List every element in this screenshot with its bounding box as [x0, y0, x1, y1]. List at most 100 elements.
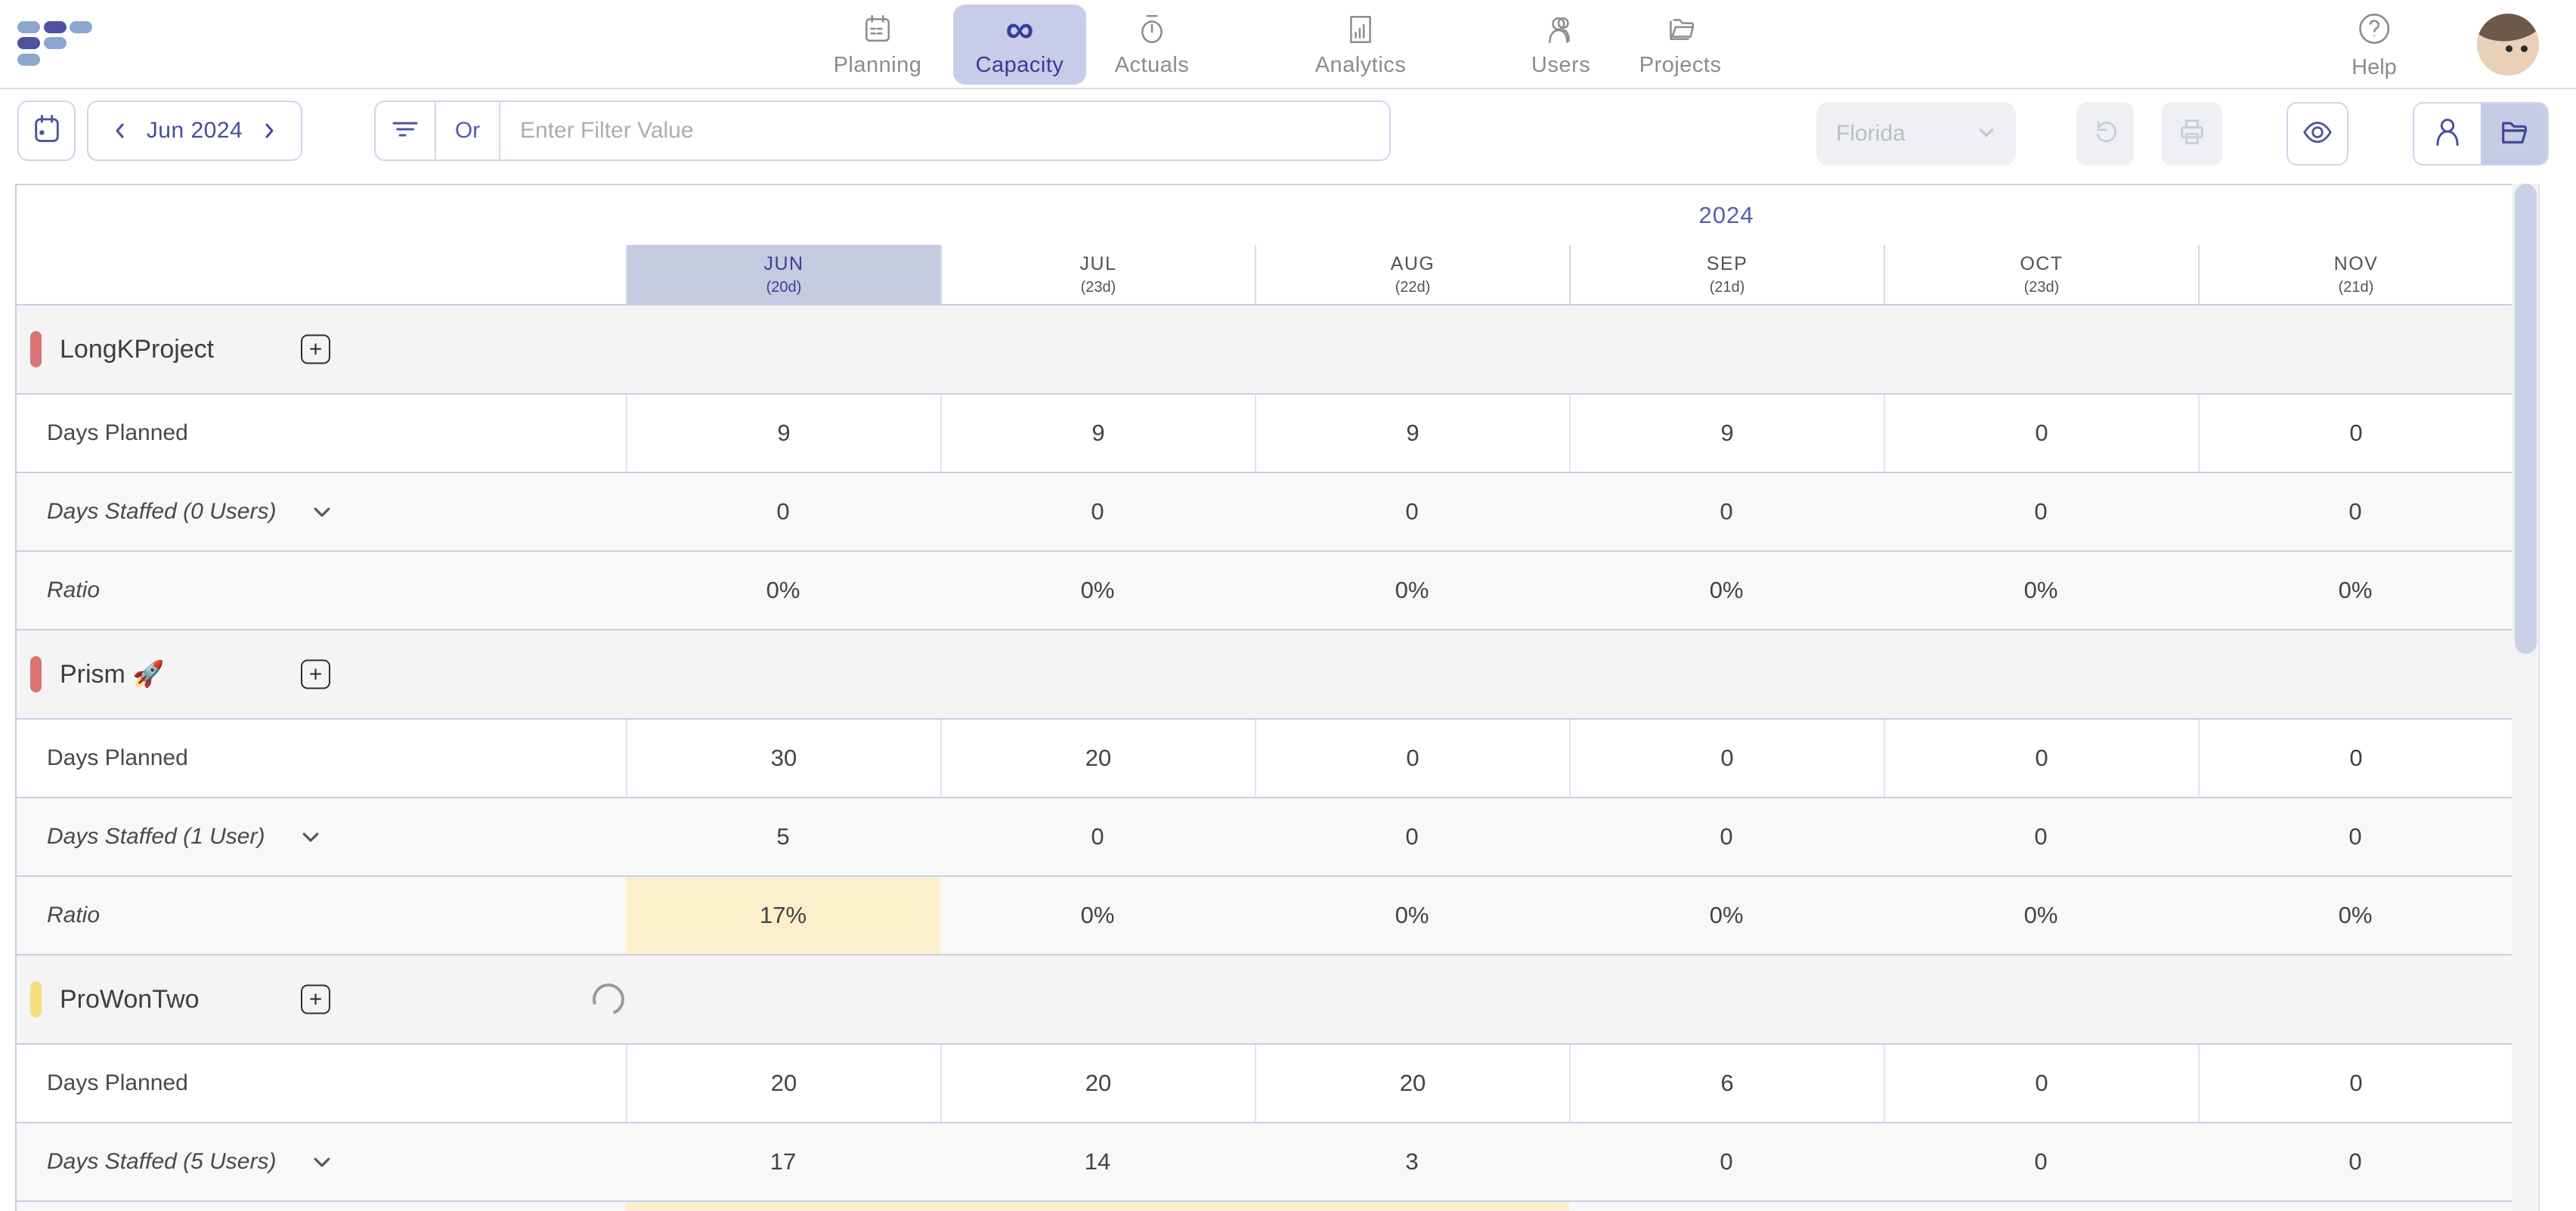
chevron-down-icon	[1977, 122, 1996, 146]
filter-value-input[interactable]	[500, 102, 1389, 160]
month-header-sep[interactable]: SEP (21d)	[1569, 245, 1884, 304]
grid-cell[interactable]: 0	[1255, 473, 1569, 550]
nav-label: Analytics	[1315, 53, 1407, 78]
grid-cell[interactable]: 0	[1569, 473, 1884, 550]
print-button[interactable]	[2161, 102, 2222, 166]
expand-chevron-icon[interactable]	[311, 1151, 333, 1173]
help-label: Help	[2352, 55, 2397, 80]
nav-tab-actuals[interactable]: Actuals	[1085, 5, 1218, 85]
grid-cell[interactable]: 0	[2198, 720, 2513, 797]
grid-cell[interactable]: 0	[1884, 1123, 2198, 1200]
project-color-pill	[30, 656, 42, 692]
calendar-icon	[862, 12, 893, 47]
project-section-header: ProWonTwo +	[17, 954, 2513, 1043]
grid-cell[interactable]: 6	[1569, 1045, 1884, 1122]
project-title: ProWonTwo	[60, 985, 200, 1014]
grid-cell[interactable]: 0	[1884, 1045, 2198, 1122]
grid-cell[interactable]: 0	[2198, 473, 2513, 550]
grid-cell[interactable]: 9	[940, 395, 1255, 472]
undo-button[interactable]	[2076, 102, 2134, 166]
grid-cell[interactable]: 5	[626, 798, 940, 875]
days-planned-row: Days Planned 20 20 20 6 0 0	[17, 1043, 2513, 1122]
grid-cell[interactable]: 0	[1884, 473, 2198, 550]
grid-cell[interactable]: 0	[1255, 720, 1569, 797]
stopwatch-icon	[1136, 12, 1168, 47]
grid-cell: 0%	[626, 552, 940, 629]
grid-cell[interactable]: 20	[626, 1045, 940, 1122]
project-title: LongKProject	[60, 335, 214, 364]
expand-chevron-icon[interactable]	[311, 500, 333, 523]
grid-cell[interactable]: 0	[2198, 1045, 2513, 1122]
grid-cell: 0%	[1255, 552, 1569, 629]
filter-or-button[interactable]: Or	[436, 102, 499, 160]
grid-cell[interactable]: 20	[940, 1045, 1255, 1122]
grid-cell: 0%	[2198, 552, 2513, 629]
project-section-header: Prism 🚀 +	[17, 629, 2513, 718]
grid-cell[interactable]: 0	[1884, 720, 2198, 797]
add-allocation-button[interactable]: +	[301, 335, 330, 364]
vertical-scrollbar[interactable]	[2512, 184, 2540, 1211]
team-selector-dropdown[interactable]: Florida	[1816, 102, 2016, 166]
grid-cell[interactable]: 9	[1255, 395, 1569, 472]
app-logo[interactable]	[17, 21, 93, 68]
nav-tab-capacity[interactable]: ∞ Capacity	[953, 5, 1086, 85]
add-allocation-button[interactable]: +	[301, 985, 330, 1014]
grid-cell[interactable]: 20	[1255, 1045, 1569, 1122]
user-avatar[interactable]	[2477, 14, 2539, 76]
view-options-button[interactable]	[2287, 102, 2348, 166]
grid-cell[interactable]: 0	[2198, 395, 2513, 472]
month-header-jul[interactable]: JUL (23d)	[940, 245, 1255, 304]
grid-cell[interactable]: 17	[626, 1123, 940, 1200]
help-icon	[2358, 12, 2391, 49]
month-header-nov[interactable]: NOV (21d)	[2198, 245, 2513, 304]
grid-cell[interactable]: 20	[940, 720, 1255, 797]
project-color-pill	[30, 981, 42, 1017]
grid-cell[interactable]: 0	[1569, 720, 1884, 797]
grid-cell[interactable]: 0	[940, 798, 1255, 875]
calendar-picker-button[interactable]	[17, 101, 76, 161]
grid-cell[interactable]: 0	[1884, 798, 2198, 875]
month-header-jun[interactable]: JUN (20d)	[626, 245, 940, 304]
grid-cell[interactable]: 0	[2198, 798, 2513, 875]
grid-cell: 0%	[2198, 877, 2513, 954]
nav-tab-users[interactable]: Users	[1494, 5, 1627, 85]
folder-open-icon	[2497, 116, 2531, 153]
nav-tab-projects[interactable]: Projects	[1614, 5, 1747, 85]
scrollbar-thumb[interactable]	[2515, 184, 2537, 654]
month-header-aug[interactable]: AUG (22d)	[1255, 245, 1569, 304]
help-button[interactable]: Help	[2352, 12, 2397, 80]
nav-tab-analytics[interactable]: Analytics	[1294, 5, 1427, 85]
grid-cell	[1569, 1202, 1884, 1211]
infinity-icon: ∞	[1005, 12, 1033, 47]
grid-cell[interactable]: 9	[1569, 395, 1884, 472]
grid-cell[interactable]: 0	[626, 473, 940, 550]
grid-cell-highlighted	[940, 1202, 1255, 1211]
person-icon	[2431, 116, 2464, 153]
grid-cell[interactable]: 0	[1569, 1123, 1884, 1200]
grid-cell-highlighted	[626, 1202, 940, 1211]
prev-month-button[interactable]	[110, 121, 130, 141]
grid-cell[interactable]: 0	[2198, 1123, 2513, 1200]
period-label[interactable]: Jun 2024	[147, 118, 243, 144]
row-label: Ratio	[17, 552, 626, 629]
next-month-button[interactable]	[259, 121, 279, 141]
project-view-toggle[interactable]	[2481, 104, 2547, 164]
expand-chevron-icon[interactable]	[299, 825, 322, 848]
grid-cell: 0%	[940, 877, 1255, 954]
add-allocation-button[interactable]: +	[301, 660, 330, 689]
grid-cell[interactable]: 30	[626, 720, 940, 797]
grid-cell[interactable]: 14	[940, 1123, 1255, 1200]
user-view-toggle[interactable]	[2414, 104, 2481, 164]
team-selector-value: Florida	[1836, 121, 1906, 147]
nav-tab-planning[interactable]: Planning	[811, 5, 944, 85]
capacity-grid: 2024 JUN (20d) JUL (23d) AUG (22d) SEP (…	[15, 184, 2540, 1211]
grid-cell[interactable]: 0	[940, 473, 1255, 550]
grid-cell[interactable]: 0	[1884, 395, 2198, 472]
grid-cell[interactable]: 0	[1255, 798, 1569, 875]
days-staffed-row: Days Staffed (5 Users) 17 14 3 0 0 0	[17, 1122, 2513, 1200]
grid-cell[interactable]: 3	[1255, 1123, 1569, 1200]
filter-button[interactable]	[376, 102, 435, 160]
month-header-oct[interactable]: OCT (23d)	[1884, 245, 2198, 304]
grid-cell[interactable]: 0	[1569, 798, 1884, 875]
grid-cell[interactable]: 9	[626, 395, 940, 472]
